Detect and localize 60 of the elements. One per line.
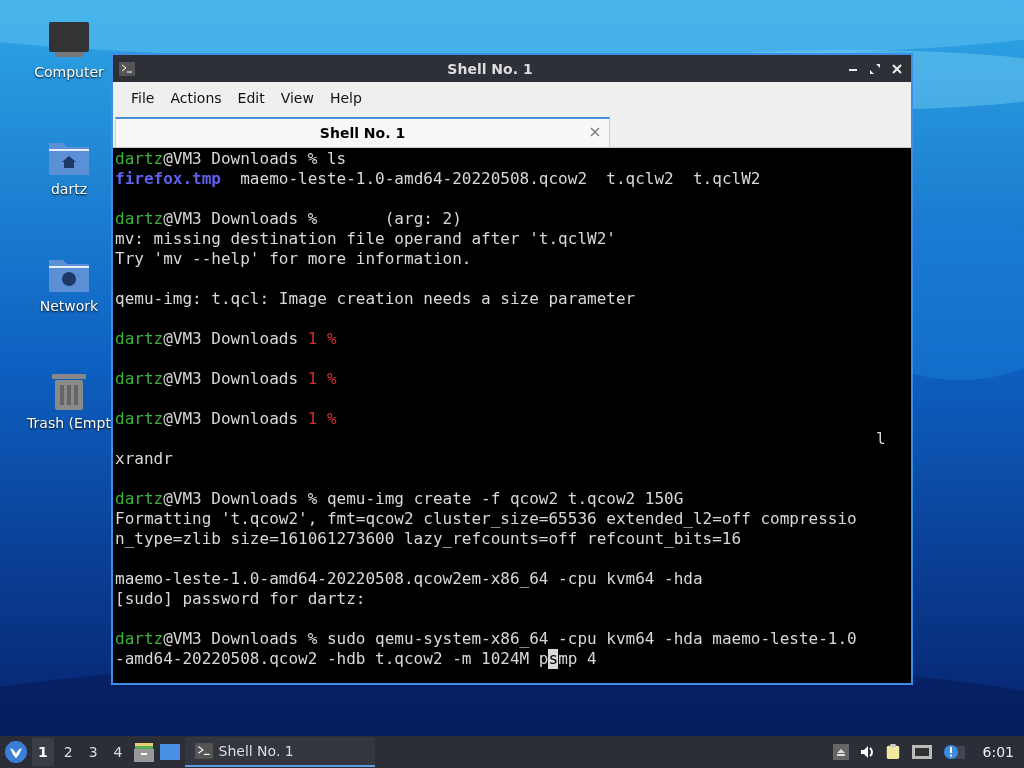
terminal-text: mv: missing destination file operand after 't.qclW2' bbox=[115, 229, 616, 249]
terminal-icon bbox=[119, 60, 135, 77]
terminal-text: @VM3 Downloads bbox=[163, 329, 300, 349]
terminal-text: qemu-img: t.qcl: Image creation needs a size parameter bbox=[115, 289, 636, 309]
terminal-text: dartz bbox=[115, 329, 164, 349]
terminal-text: [sudo] password for dartz: bbox=[115, 589, 366, 609]
terminal-text: l bbox=[875, 429, 886, 449]
terminal-text: xrandr bbox=[115, 449, 173, 469]
workspace-button[interactable]: 2 bbox=[57, 738, 79, 766]
terminal-text: @VM3 Downloads % (arg: 2) bbox=[163, 209, 462, 229]
terminal-text: @VM3 Downloads % ls bbox=[163, 149, 347, 169]
terminal-text: dartz bbox=[115, 629, 164, 649]
terminal-text: dartz bbox=[115, 489, 164, 509]
desktop-icon-label[interactable]: Network bbox=[39, 298, 99, 314]
tab[interactable]: Shell No. 1 bbox=[115, 117, 610, 147]
terminal-text: @VM3 Downloads bbox=[163, 369, 300, 389]
terminal-text: dartz bbox=[115, 149, 164, 169]
terminal-text: maemo-leste-1.0-amd64-20220508.qcow2em-x86_64 -cpu kvm64 -hda bbox=[115, 569, 703, 589]
terminal-text: 1 % bbox=[307, 409, 337, 429]
terminal-text: maemo-leste-1.0-amd64-20220508.qcow2 t.qclw2 t.qclW2 bbox=[239, 169, 761, 189]
start-menu-icon[interactable] bbox=[4, 740, 28, 764]
terminal-icon bbox=[194, 743, 213, 759]
terminal-text: Try 'mv --help' for more information. bbox=[115, 249, 472, 269]
terminal-text: Formatting 't.qcow2', fmt=qcow2 cluster_size=65536 extended_l2=off compressio bbox=[115, 509, 857, 529]
workspace-button[interactable]: 3 bbox=[82, 738, 104, 766]
terminal-text: 1 % bbox=[307, 329, 337, 349]
workspace-button[interactable]: 1 bbox=[32, 738, 54, 766]
monitor-icon[interactable] bbox=[47, 20, 91, 60]
menu-item[interactable]: View bbox=[272, 86, 322, 110]
notification-icon[interactable] bbox=[942, 744, 965, 760]
terminal-text: @VM3 Downloads bbox=[163, 409, 300, 429]
terminal-output[interactable] bbox=[113, 148, 911, 683]
terminal-text: n_type=zlib size=161061273600 lazy_refcounts=off refcount_bits=16 bbox=[115, 529, 742, 549]
terminal-text: -amd64-20220508.qcow2 -hdb t.qcow2 -m 1024M p bbox=[115, 649, 549, 669]
terminal-text: 1 % bbox=[307, 369, 337, 389]
terminal-text: firefox.tmp bbox=[115, 169, 221, 189]
desktop-icon-label[interactable]: Trash (Empt bbox=[27, 415, 111, 431]
terminal-text: @VM3 Downloads % qemu-img create -f qcow2 t.qcow2 150G bbox=[163, 489, 684, 509]
clock[interactable]: 6:01 bbox=[982, 744, 1014, 760]
text-cursor: s bbox=[548, 649, 559, 669]
terminal-text: dartz bbox=[115, 369, 164, 389]
window-title: Shell No. 1 bbox=[446, 60, 534, 77]
menu-item[interactable]: Help bbox=[321, 86, 370, 110]
menu-item[interactable]: Edit bbox=[229, 86, 273, 110]
close-tab-icon[interactable] bbox=[589, 126, 601, 138]
menu-item[interactable]: Actions bbox=[162, 86, 230, 110]
menu-item[interactable]: File bbox=[123, 86, 163, 110]
terminal-text: dartz bbox=[115, 209, 164, 229]
eject-icon[interactable] bbox=[832, 744, 849, 760]
terminal-text: mp 4 bbox=[558, 649, 597, 669]
terminal-text: @VM3 Downloads % sudo qemu-system-x86_64 -cpu kvm64 -hda maemo-leste-1.0 bbox=[163, 629, 857, 649]
file-cabinet-icon[interactable] bbox=[132, 742, 155, 762]
taskbar-task[interactable]: Shell No. 1 bbox=[184, 737, 375, 767]
clipboard-icon[interactable] bbox=[884, 744, 901, 760]
desktop-icon-label[interactable]: dartz bbox=[50, 181, 88, 197]
workspace-button[interactable]: 4 bbox=[107, 738, 129, 766]
ethernet-icon[interactable] bbox=[910, 744, 933, 760]
terminal-text: dartz bbox=[115, 409, 164, 429]
volume-icon[interactable] bbox=[858, 744, 875, 760]
show-desktop-icon[interactable] bbox=[158, 742, 181, 762]
